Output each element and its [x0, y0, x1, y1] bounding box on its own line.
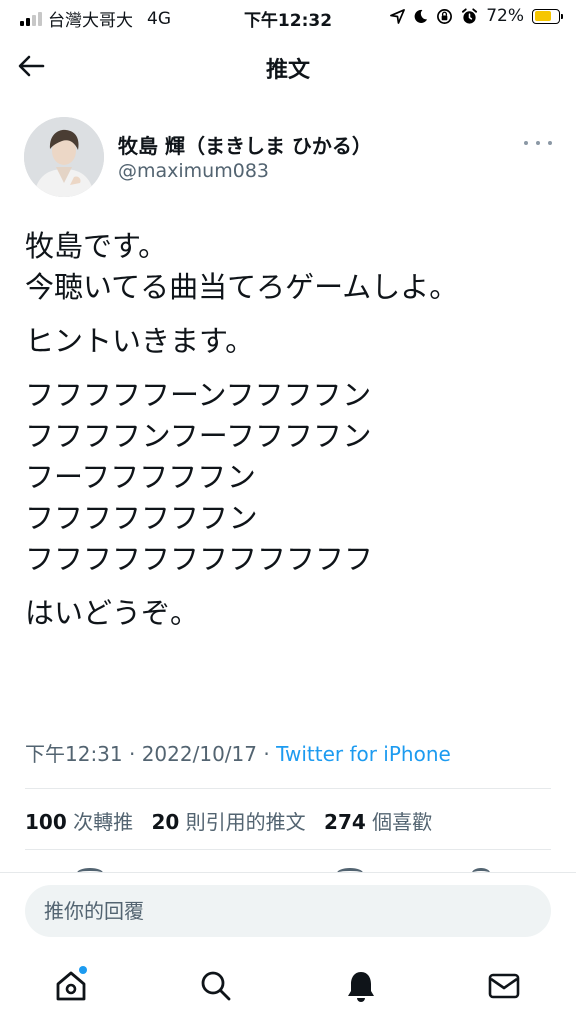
divider: [25, 849, 551, 850]
retweets-count: 100: [25, 810, 67, 834]
author-name[interactable]: 牧島 輝（まきしま ひかる）: [118, 130, 372, 159]
bottom-navigation: [0, 950, 576, 1024]
alarm-icon: [462, 7, 478, 24]
moon-icon: [414, 9, 428, 23]
tweet-source-link[interactable]: Twitter for iPhone: [276, 742, 451, 766]
battery-icon: [532, 8, 563, 24]
orientation-lock-icon: [437, 8, 453, 24]
unread-dot: [79, 966, 87, 974]
tweet-paragraph: フフフフフーンフフフフン フフフフンフーフフフフン フーフフフフフン フフフフフフフン…: [25, 375, 555, 580]
likes-stat[interactable]: 274 個喜歡: [324, 810, 432, 834]
reply-input[interactable]: 推你的回覆: [25, 885, 551, 937]
reply-bar: 推你的回覆: [0, 872, 576, 948]
nav-search[interactable]: [196, 964, 236, 1008]
search-icon: [201, 971, 231, 1001]
retweets-stat[interactable]: 100 次轉推: [25, 810, 133, 834]
more-options-icon[interactable]: [524, 136, 552, 150]
tweet-paragraph: ヒントいきます。: [25, 321, 555, 362]
tweet-line: フーフフフフフン: [25, 460, 256, 494]
tweet-line: フフフフフフフン: [25, 501, 258, 535]
tweet-line: フフフフフフフフフフフフ: [25, 542, 374, 576]
tweet-line: はいどうぞ。: [25, 596, 200, 630]
header: 推文: [0, 34, 576, 96]
page-title: 推文: [265, 58, 310, 83]
quotes-stat[interactable]: 20 則引用的推文: [151, 810, 305, 834]
tweet-timestamp[interactable]: 下午12:31 · 2022/10/17 ·: [25, 742, 276, 766]
tweet-line: ヒントいきます。: [25, 324, 255, 358]
tweet-paragraph: 牧島です。今聴いてる曲当てろゲームしよ。: [25, 226, 555, 308]
nav-notifications[interactable]: [341, 964, 381, 1008]
battery-percent: 72%: [486, 6, 524, 26]
tweet-text: 牧島です。今聴いてる曲当てろゲームしよ。 ヒントいきます。フフフフフーンフフフフン…: [25, 226, 555, 647]
status-bar: 台灣大哥大 4G 下午12:32 72%: [0, 0, 576, 34]
notifications-bell-icon: [348, 972, 374, 1002]
messages-envelope-icon: [488, 973, 520, 999]
tweet-metadata: 下午12:31 · 2022/10/17 · Twitter for iPhon…: [25, 738, 451, 767]
profile-photo-icon: [24, 117, 104, 197]
nav-messages[interactable]: [484, 964, 524, 1008]
battery-level-fill: [534, 11, 552, 21]
nav-home[interactable]: [51, 964, 91, 1008]
quotes-label: 則引用的推文: [185, 810, 306, 834]
tweet-paragraph: はいどうぞ。: [25, 593, 555, 634]
divider: [25, 788, 551, 789]
quotes-count: 20: [151, 810, 180, 834]
home-icon: [56, 971, 86, 1001]
tweet-stats: 100 次轉推 20 則引用的推文 274 個喜歡: [25, 806, 444, 835]
likes-count: 274: [324, 810, 366, 834]
likes-label: 個喜歡: [372, 810, 433, 834]
tweet-line: 牧島です。: [25, 229, 168, 263]
tweet-line: フフフフンフーフフフフン: [25, 419, 372, 453]
retweets-label: 次轉推: [73, 810, 134, 834]
tweet-line: フフフフフーンフフフフン: [25, 378, 372, 412]
status-bar-right: 72%: [390, 6, 563, 26]
location-arrow-icon: [390, 8, 406, 24]
tweet-line: 今聴いてる曲当てろゲームしよ。: [25, 270, 459, 304]
author-handle[interactable]: @maximum083: [118, 160, 269, 182]
avatar[interactable]: [24, 117, 104, 197]
